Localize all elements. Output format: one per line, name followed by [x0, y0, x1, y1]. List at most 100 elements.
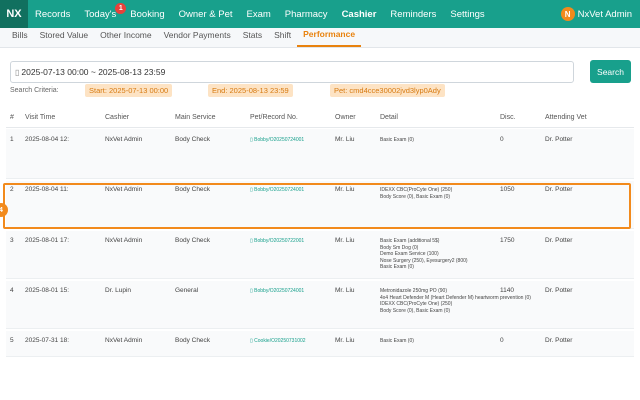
- col-header-disc: Disc.: [500, 114, 516, 121]
- col-header-visit-time: Visit Time: [25, 114, 56, 121]
- row-visit-time: 2025-08-04 11:: [25, 186, 69, 193]
- row-pet-record-link[interactable]: ▯ Bobby/O20250724001: [250, 288, 304, 294]
- row-cashier: NxVet Admin: [105, 136, 143, 143]
- row-disc: 1140: [500, 287, 514, 294]
- nav-owner-pet[interactable]: Owner & Pet: [172, 0, 240, 28]
- subtab-stats[interactable]: Stats: [237, 27, 268, 47]
- row-disc: 1750: [500, 237, 515, 244]
- col-header-cashier: Cashier: [105, 114, 130, 121]
- row-main-service: Body Check: [175, 186, 211, 193]
- detail-line: Body Score (0), Basic Exam (0): [380, 193, 451, 200]
- row-detail: Basic Exam (0): [380, 137, 414, 144]
- row-num: 5: [10, 337, 14, 344]
- row-visit-time: 2025-07-31 18:: [25, 337, 70, 344]
- detail-line: Basic Exam (0): [380, 264, 414, 270]
- table-header-divider: [6, 127, 634, 128]
- date-range-picker[interactable]: ▯ 2025-07-13 00:00 ~ 2025-08-13 23:59: [10, 61, 574, 83]
- row-pet-record: Cookie/O20250731002: [254, 338, 306, 344]
- row-pet-record: Bobby/O20250722001: [254, 238, 305, 244]
- table-row[interactable]: 1 2025-08-04 12: NxVet Admin Body Check …: [6, 129, 634, 179]
- row-owner: Mr. Liu: [335, 337, 355, 344]
- row-owner: Mr. Liu: [335, 186, 355, 193]
- nav-reminders[interactable]: Reminders: [383, 0, 443, 28]
- user-menu[interactable]: N NxVet Admin: [560, 0, 632, 28]
- row-attending-vet: Dr. Potter: [545, 186, 573, 193]
- nav-cashier[interactable]: Cashier: [335, 0, 384, 28]
- col-header-pet-record: Pet/Record No.: [250, 114, 298, 121]
- row-num: 2: [10, 186, 14, 193]
- row-detail: Basic Exam (0): [380, 338, 414, 345]
- subtab-stored-value[interactable]: Stored Value: [34, 27, 95, 47]
- nav-settings[interactable]: Settings: [443, 0, 491, 28]
- row-visit-time: 2025-08-01 17:: [25, 237, 70, 244]
- col-header-attending-vet: Attending Vet: [545, 114, 587, 121]
- row-owner: Mr. Liu: [335, 237, 355, 244]
- criteria-chip-pet: Pet: cmd4cce30002jvd3lyp0Ady: [330, 84, 445, 97]
- search-criteria-label: Search Criteria:: [10, 87, 59, 94]
- row-cashier: NxVet Admin: [105, 186, 143, 193]
- criteria-chip-start: Start: 2025-07-13 00:00: [85, 84, 173, 97]
- row-pet-record-link[interactable]: ▯ Cookie/O20250731002: [250, 338, 306, 344]
- row-visit-time: 2025-08-04 12:: [25, 136, 70, 143]
- row-pet-record-link[interactable]: ▯ Bobby/O20250724001: [250, 187, 304, 193]
- row-attending-vet: Dr. Potter: [545, 136, 573, 143]
- col-header-main-service: Main Service: [175, 114, 216, 121]
- table-row[interactable]: 3 2025-08-01 17: NxVet Admin Body Check …: [6, 231, 634, 279]
- user-avatar: N: [560, 7, 575, 21]
- row-attending-vet: Dr. Potter: [545, 337, 573, 344]
- row-cashier: Dr. Lupin: [105, 287, 132, 294]
- app-logo[interactable]: NX: [0, 0, 28, 28]
- nav-records[interactable]: Records: [28, 0, 77, 28]
- row-main-service: Body Check: [175, 237, 211, 244]
- col-header-owner: Owner: [335, 114, 356, 121]
- subtab-bills[interactable]: Bills: [6, 27, 34, 47]
- top-navbar: NX Records Today's 1 Booking Owner & Pet…: [0, 0, 640, 28]
- nav-exam[interactable]: Exam: [240, 0, 278, 28]
- row-detail: Basic Exam (additional 5$) Body Sm Dog (…: [380, 238, 468, 271]
- row-main-service: Body Check: [175, 337, 211, 344]
- row-cashier: NxVet Admin: [105, 237, 143, 244]
- date-range-value: 2025-07-13 00:00 ~ 2025-08-13 23:59: [21, 67, 166, 77]
- detail-line: Body Score (0), Basic Exam (0): [380, 307, 451, 314]
- search-button[interactable]: Search: [590, 60, 631, 83]
- row-pet-record-link[interactable]: ▯ Bobby/O20250724001: [250, 137, 304, 143]
- row-owner: Mr. Liu: [335, 287, 355, 294]
- row-main-service: Body Check: [175, 136, 211, 143]
- subtab-performance[interactable]: Performance: [297, 27, 362, 47]
- nav-booking[interactable]: Booking: [123, 0, 171, 28]
- cashier-subnav: Bills Stored Value Other Income Vendor P…: [0, 28, 640, 48]
- app-root: NX Records Today's 1 Booking Owner & Pet…: [0, 0, 640, 400]
- nav-todays-label: Today's: [84, 8, 117, 20]
- subtab-shift[interactable]: Shift: [268, 27, 297, 47]
- row-num: 3: [10, 237, 14, 244]
- calendar-icon: ▯: [15, 67, 20, 77]
- subtab-vendor-payments[interactable]: Vendor Payments: [158, 27, 237, 47]
- detail-line: IDEXX CBC(ProCyte One) (250): [380, 187, 453, 193]
- row-disc: 1050: [500, 186, 515, 193]
- row-detail: IDEXX CBC(ProCyte One) (250) Body Score …: [380, 187, 452, 200]
- row-owner: Mr. Liu: [335, 136, 355, 143]
- nav-todays[interactable]: Today's 1: [77, 0, 127, 28]
- row-pet-record-link[interactable]: ▯ Bobby/O20250722001: [250, 238, 304, 244]
- row-attending-vet: Dr. Potter: [545, 287, 573, 294]
- table-row[interactable]: 4 2025-08-01 15: Dr. Lupin General ▯ Bob…: [6, 281, 634, 329]
- row-num: 1: [10, 136, 14, 143]
- criteria-chip-end: End: 2025-08-13 23:59: [208, 84, 293, 97]
- row-num: 4: [10, 287, 14, 294]
- col-header-num: #: [10, 114, 14, 121]
- user-name: NxVet Admin: [577, 8, 632, 20]
- subtab-other-income[interactable]: Other Income: [94, 27, 158, 47]
- row-visit-time: 2025-08-01 15:: [25, 287, 70, 294]
- nav-pharmacy[interactable]: Pharmacy: [278, 0, 335, 28]
- row-attending-vet: Dr. Potter: [545, 237, 573, 244]
- row-pet-record: Bobby/O20250724001: [254, 288, 305, 294]
- row-pet-record: Bobby/O20250724001: [254, 137, 305, 143]
- table-row[interactable]: 5 2025-07-31 18: NxVet Admin Body Check …: [6, 331, 634, 357]
- row-disc: 0: [500, 136, 504, 143]
- table-row[interactable]: 2 2025-08-04 11: NxVet Admin Body Check …: [6, 181, 634, 229]
- col-header-detail: Detail: [380, 114, 398, 121]
- row-main-service: General: [175, 287, 199, 294]
- detail-line: Basic Exam (0): [380, 338, 414, 344]
- row-disc: 0: [500, 337, 504, 344]
- row-cashier: NxVet Admin: [105, 337, 143, 344]
